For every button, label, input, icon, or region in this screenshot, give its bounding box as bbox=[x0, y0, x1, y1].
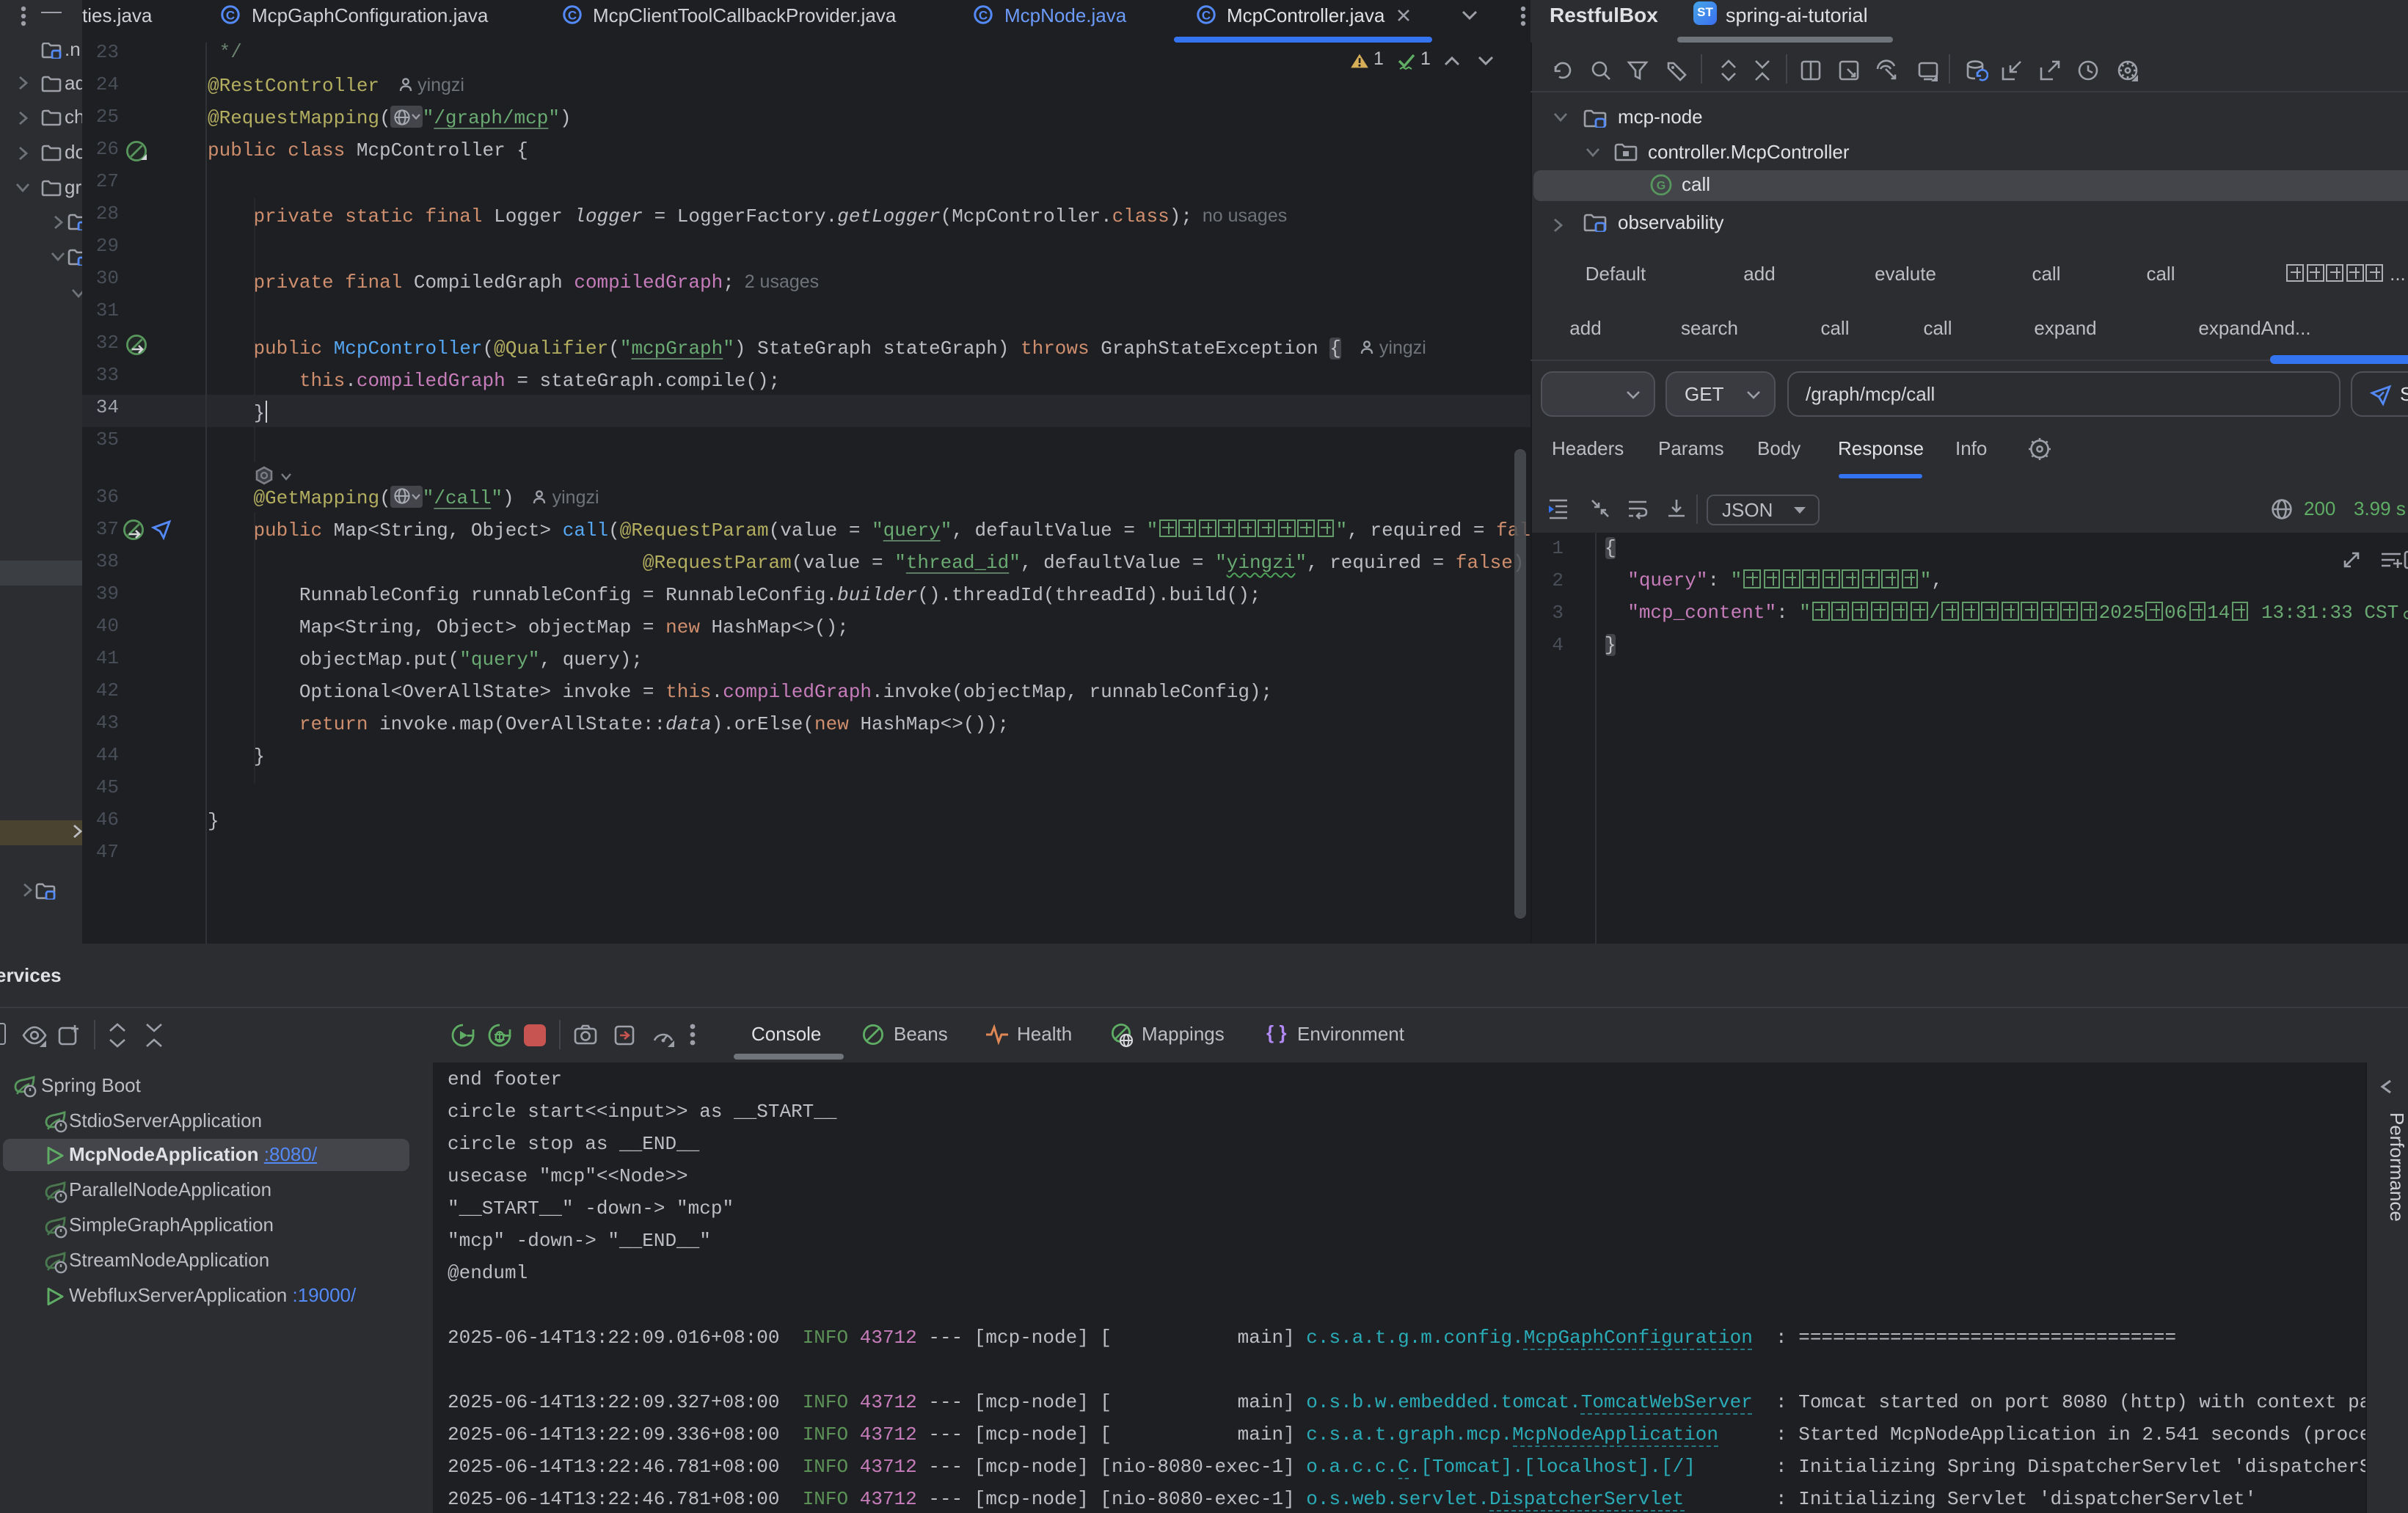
svg-text:G: G bbox=[1657, 180, 1665, 192]
svg-text:C: C bbox=[568, 8, 577, 22]
svg-text:C: C bbox=[226, 8, 235, 22]
svg-text:C: C bbox=[979, 8, 988, 22]
svg-text:C: C bbox=[1201, 8, 1210, 22]
